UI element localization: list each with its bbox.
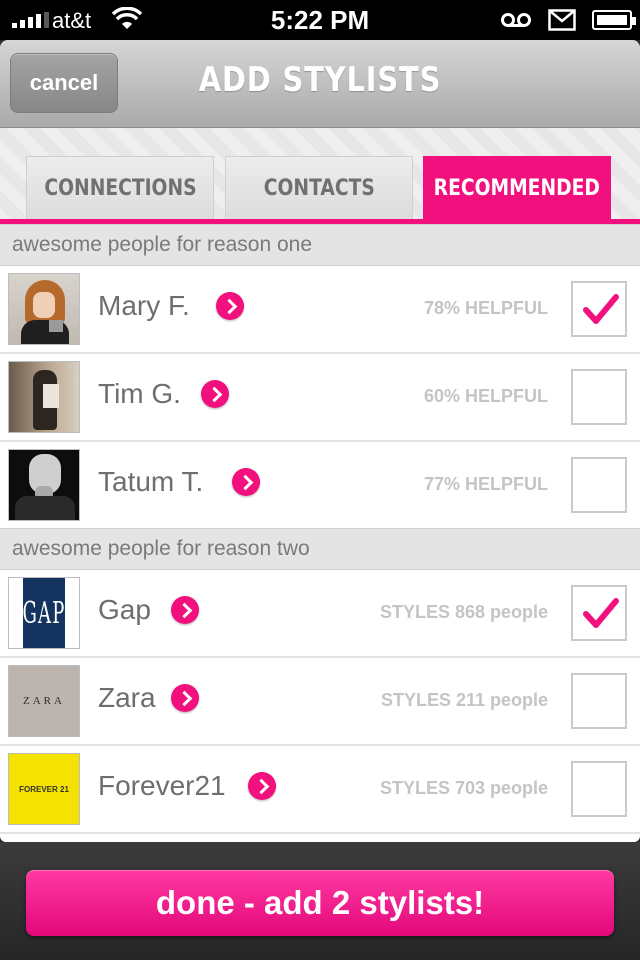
tab-label: CONTACTS (263, 176, 375, 201)
select-checkbox[interactable] (571, 457, 627, 513)
chevron-right-icon[interactable] (216, 292, 244, 320)
tab-label: CONNECTIONS (43, 176, 197, 201)
done-button[interactable]: done - add 2 stylists! (26, 870, 614, 936)
zara-logo: ZARA (9, 666, 79, 736)
tab-bar: CONNECTIONS CONTACTS RECOMMENDED (0, 128, 640, 224)
stylist-name: Mary F. (98, 290, 190, 321)
section-header: awesome people for reason two (0, 528, 640, 570)
tab-recommended[interactable]: RECOMMENDED (423, 156, 611, 220)
add-stylists-sheet: cancel ADD STYLISTS CONNECTIONS CONTACTS… (0, 40, 640, 842)
list-item[interactable]: GAP Gap STYLES 868 people (0, 570, 640, 658)
stylist-name: Tatum T. (98, 466, 204, 497)
page-title: ADD STYLISTS (198, 60, 442, 100)
select-checkbox[interactable] (571, 369, 627, 425)
list-item[interactable]: Mary F. 78% HELPFUL (0, 266, 640, 354)
helpful-stat: 77% HELPFUL (423, 474, 548, 494)
styles-stat: STYLES 703 people (379, 778, 548, 798)
nav-bar: cancel ADD STYLISTS (0, 40, 640, 128)
bottom-bar: done - add 2 stylists! (0, 842, 640, 960)
helpful-stat: 78% HELPFUL (423, 298, 548, 318)
mail-icon (548, 9, 576, 31)
gap-logo: GAP (22, 578, 65, 648)
tab-contacts[interactable]: CONTACTS (225, 156, 413, 220)
section-header: awesome people for reason one (0, 224, 640, 266)
status-time: 5:22 PM (270, 5, 370, 35)
avatar: ZARA (8, 665, 80, 737)
helpful-stat: 60% HELPFUL (423, 386, 548, 406)
list-item[interactable]: ZARA Zara STYLES 211 people (0, 658, 640, 746)
tab-label: RECOMMENDED (433, 176, 601, 201)
avatar (8, 449, 80, 521)
avatar (8, 273, 80, 345)
chevron-right-icon[interactable] (201, 380, 229, 408)
avatar (8, 361, 80, 433)
tab-connections[interactable]: CONNECTIONS (26, 156, 214, 220)
list-item[interactable]: Tim G. 60% HELPFUL (0, 354, 640, 442)
chevron-right-icon[interactable] (248, 772, 276, 800)
avatar: GAP (8, 577, 80, 649)
chevron-right-icon[interactable] (171, 596, 199, 624)
chevron-right-icon[interactable] (232, 468, 260, 496)
status-bar: at&t 5:22 PM (0, 0, 640, 40)
select-checkbox[interactable] (571, 673, 627, 729)
avatar: FOREVER 21 (8, 753, 80, 825)
chevron-right-icon[interactable] (171, 684, 199, 712)
select-checkbox[interactable] (571, 761, 627, 817)
brand-name: Forever21 (98, 770, 226, 801)
brand-name: Gap (98, 594, 151, 625)
list-item[interactable]: Tatum T. 77% HELPFUL (0, 442, 640, 530)
checkmark-icon (583, 294, 619, 324)
battery-icon (592, 10, 636, 30)
stylist-name: Tim G. (98, 378, 181, 409)
select-checkbox[interactable] (571, 585, 627, 641)
forever21-logo: FOREVER 21 (9, 754, 79, 824)
select-checkbox[interactable] (571, 281, 627, 337)
styles-stat: STYLES 211 people (380, 690, 548, 710)
voicemail-icon (501, 13, 531, 27)
list-item[interactable]: FOREVER 21 Forever21 STYLES 703 people (0, 746, 640, 834)
brand-name: Zara (98, 682, 156, 713)
checkmark-icon (583, 598, 619, 628)
styles-stat: STYLES 868 people (379, 602, 548, 622)
